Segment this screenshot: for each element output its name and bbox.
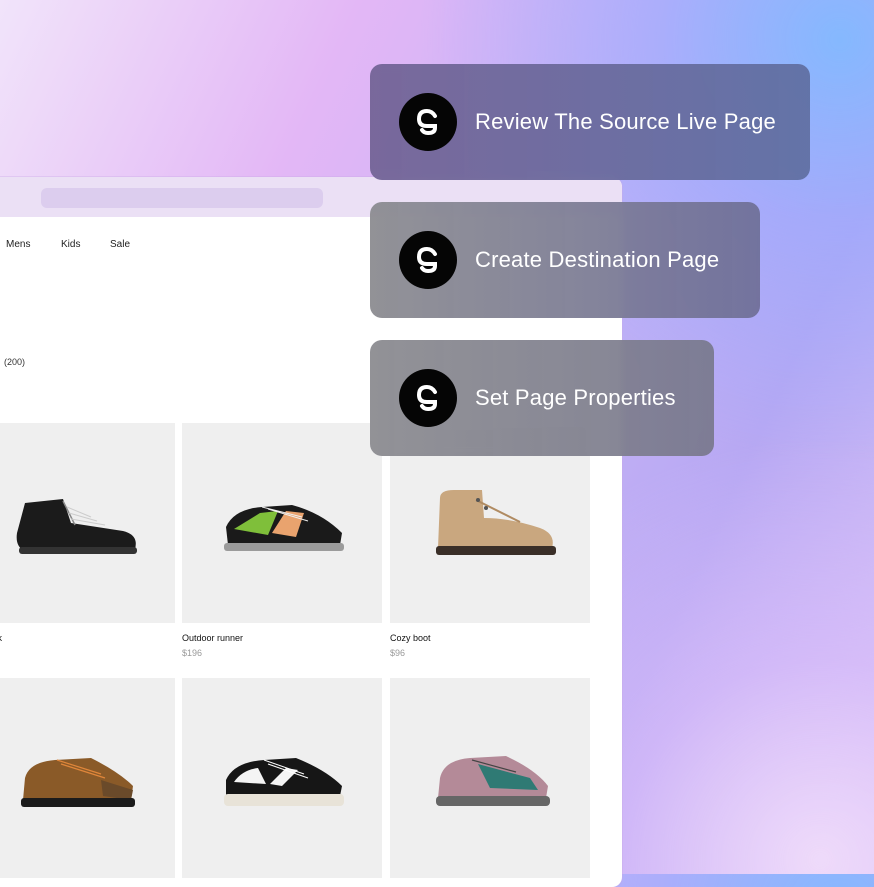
product-price: $196 <box>182 648 203 658</box>
brown-hiking-shoe-image[interactable] <box>0 678 175 878</box>
g-logo-icon <box>399 369 457 427</box>
black-hiking-boot-image[interactable] <box>0 423 175 623</box>
step-create-destination[interactable]: Create Destination Page <box>370 202 760 318</box>
product-card[interactable]: Cozy boot $96 <box>390 423 590 658</box>
step-label: Create Destination Page <box>475 247 720 272</box>
product-name[interactable]: Cozy boot <box>390 633 590 643</box>
step-review-source[interactable]: Review The Source Live Page <box>370 64 810 180</box>
product-price: $96 <box>390 648 406 658</box>
nav-item-kids[interactable]: Kids <box>61 239 80 250</box>
black-white-runner-image[interactable] <box>182 678 382 878</box>
product-card[interactable] <box>182 678 382 887</box>
nav-item-mens[interactable]: Mens <box>6 239 30 250</box>
product-card[interactable]: Outdoor runner $196 <box>182 423 382 658</box>
g-logo-icon <box>399 93 457 151</box>
nav-item-sale[interactable]: Sale <box>110 239 130 250</box>
pink-teal-hiker-image[interactable] <box>390 678 590 878</box>
step-label: Review The Source Live Page <box>475 109 776 134</box>
step-set-properties[interactable]: Set Page Properties <box>370 340 714 456</box>
g-logo-icon <box>399 231 457 289</box>
green-trail-runner-image[interactable] <box>182 423 382 623</box>
address-bar[interactable] <box>41 188 323 208</box>
product-name[interactable]: Outdoor runner <box>182 633 382 643</box>
product-count: (200) <box>4 357 26 367</box>
step-label: Set Page Properties <box>475 385 676 410</box>
product-card[interactable] <box>0 678 175 887</box>
product-card[interactable]: n book <box>0 423 175 648</box>
product-card[interactable] <box>390 678 590 887</box>
product-name[interactable]: n book <box>0 633 175 643</box>
